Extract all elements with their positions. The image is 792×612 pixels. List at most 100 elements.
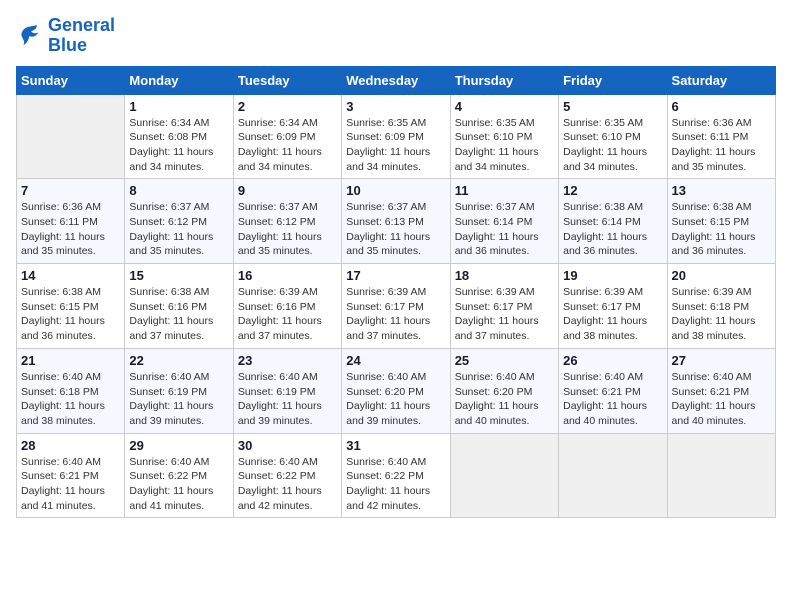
weekday-header-sunday: Sunday xyxy=(17,66,125,94)
calendar-cell: 20 Sunrise: 6:39 AMSunset: 6:18 PMDayligh… xyxy=(667,264,775,349)
calendar-cell: 9 Sunrise: 6:37 AMSunset: 6:12 PMDaylight… xyxy=(233,179,341,264)
calendar-week-1: 1 Sunrise: 6:34 AMSunset: 6:08 PMDaylight… xyxy=(17,94,776,179)
calendar-cell: 23 Sunrise: 6:40 AMSunset: 6:19 PMDayligh… xyxy=(233,348,341,433)
day-info: Sunrise: 6:36 AMSunset: 6:11 PMDaylight:… xyxy=(672,116,771,175)
day-number: 11 xyxy=(455,183,554,198)
day-info: Sunrise: 6:39 AMSunset: 6:17 PMDaylight:… xyxy=(455,285,554,344)
day-info: Sunrise: 6:39 AMSunset: 6:18 PMDaylight:… xyxy=(672,285,771,344)
calendar-cell xyxy=(667,433,775,518)
day-number: 30 xyxy=(238,438,337,453)
day-number: 19 xyxy=(563,268,662,283)
day-number: 24 xyxy=(346,353,445,368)
calendar-cell: 26 Sunrise: 6:40 AMSunset: 6:21 PMDayligh… xyxy=(559,348,667,433)
calendar-cell xyxy=(17,94,125,179)
logo: General Blue xyxy=(16,16,115,56)
calendar-cell xyxy=(559,433,667,518)
calendar-cell: 24 Sunrise: 6:40 AMSunset: 6:20 PMDayligh… xyxy=(342,348,450,433)
calendar-cell: 17 Sunrise: 6:39 AMSunset: 6:17 PMDayligh… xyxy=(342,264,450,349)
calendar-cell: 22 Sunrise: 6:40 AMSunset: 6:19 PMDayligh… xyxy=(125,348,233,433)
calendar-cell: 12Sunrise: 6:38 AMSunset: 6:14 PMDayligh… xyxy=(559,179,667,264)
calendar-cell: 25Sunrise: 6:40 AMSunset: 6:20 PMDayligh… xyxy=(450,348,558,433)
day-info: Sunrise: 6:34 AMSunset: 6:09 PMDaylight:… xyxy=(238,116,337,175)
day-info: Sunrise: 6:37 AMSunset: 6:13 PMDaylight:… xyxy=(346,200,445,259)
day-number: 14 xyxy=(21,268,120,283)
day-number: 31 xyxy=(346,438,445,453)
day-number: 8 xyxy=(129,183,228,198)
calendar-week-2: 7 Sunrise: 6:36 AMSunset: 6:11 PMDaylight… xyxy=(17,179,776,264)
day-info: Sunrise: 6:39 AMSunset: 6:17 PMDaylight:… xyxy=(346,285,445,344)
day-info: Sunrise: 6:40 AMSunset: 6:20 PMDaylight:… xyxy=(346,370,445,429)
calendar-cell: 3Sunrise: 6:35 AMSunset: 6:09 PMDaylight… xyxy=(342,94,450,179)
day-info: Sunrise: 6:39 AMSunset: 6:16 PMDaylight:… xyxy=(238,285,337,344)
logo-text: General Blue xyxy=(48,16,115,56)
day-info: Sunrise: 6:40 AMSunset: 6:22 PMDaylight:… xyxy=(129,455,228,514)
day-number: 22 xyxy=(129,353,228,368)
day-info: Sunrise: 6:40 AMSunset: 6:22 PMDaylight:… xyxy=(346,455,445,514)
day-info: Sunrise: 6:36 AMSunset: 6:11 PMDaylight:… xyxy=(21,200,120,259)
day-info: Sunrise: 6:38 AMSunset: 6:16 PMDaylight:… xyxy=(129,285,228,344)
day-info: Sunrise: 6:40 AMSunset: 6:19 PMDaylight:… xyxy=(129,370,228,429)
weekday-header-friday: Friday xyxy=(559,66,667,94)
day-number: 20 xyxy=(672,268,771,283)
day-number: 23 xyxy=(238,353,337,368)
day-info: Sunrise: 6:40 AMSunset: 6:21 PMDaylight:… xyxy=(563,370,662,429)
calendar-cell: 7 Sunrise: 6:36 AMSunset: 6:11 PMDaylight… xyxy=(17,179,125,264)
day-number: 18 xyxy=(455,268,554,283)
weekday-header-monday: Monday xyxy=(125,66,233,94)
day-number: 1 xyxy=(129,99,228,114)
day-number: 28 xyxy=(21,438,120,453)
day-info: Sunrise: 6:34 AMSunset: 6:08 PMDaylight:… xyxy=(129,116,228,175)
day-number: 21 xyxy=(21,353,120,368)
calendar-week-3: 14 Sunrise: 6:38 AMSunset: 6:15 PMDayligh… xyxy=(17,264,776,349)
day-info: Sunrise: 6:37 AMSunset: 6:12 PMDaylight:… xyxy=(238,200,337,259)
day-info: Sunrise: 6:38 AMSunset: 6:14 PMDaylight:… xyxy=(563,200,662,259)
day-info: Sunrise: 6:40 AMSunset: 6:21 PMDaylight:… xyxy=(21,455,120,514)
calendar-cell: 11 Sunrise: 6:37 AMSunset: 6:14 PMDayligh… xyxy=(450,179,558,264)
day-info: Sunrise: 6:40 AMSunset: 6:18 PMDaylight:… xyxy=(21,370,120,429)
day-number: 9 xyxy=(238,183,337,198)
calendar-cell: 1 Sunrise: 6:34 AMSunset: 6:08 PMDaylight… xyxy=(125,94,233,179)
day-info: Sunrise: 6:40 AMSunset: 6:21 PMDaylight:… xyxy=(672,370,771,429)
day-number: 10 xyxy=(346,183,445,198)
day-info: Sunrise: 6:38 AMSunset: 6:15 PMDaylight:… xyxy=(21,285,120,344)
calendar-cell xyxy=(450,433,558,518)
calendar-cell: 21 Sunrise: 6:40 AMSunset: 6:18 PMDayligh… xyxy=(17,348,125,433)
calendar-cell: 15Sunrise: 6:38 AMSunset: 6:16 PMDayligh… xyxy=(125,264,233,349)
day-number: 16 xyxy=(238,268,337,283)
calendar-cell: 28 Sunrise: 6:40 AMSunset: 6:21 PMDayligh… xyxy=(17,433,125,518)
day-number: 7 xyxy=(21,183,120,198)
day-info: Sunrise: 6:37 AMSunset: 6:12 PMDaylight:… xyxy=(129,200,228,259)
day-number: 17 xyxy=(346,268,445,283)
day-number: 6 xyxy=(672,99,771,114)
calendar-cell: 19Sunrise: 6:39 AMSunset: 6:17 PMDayligh… xyxy=(559,264,667,349)
day-info: Sunrise: 6:38 AMSunset: 6:15 PMDaylight:… xyxy=(672,200,771,259)
logo-icon xyxy=(16,22,44,50)
calendar-cell: 5 Sunrise: 6:35 AMSunset: 6:10 PMDaylight… xyxy=(559,94,667,179)
day-info: Sunrise: 6:37 AMSunset: 6:14 PMDaylight:… xyxy=(455,200,554,259)
day-info: Sunrise: 6:40 AMSunset: 6:20 PMDaylight:… xyxy=(455,370,554,429)
weekday-header-saturday: Saturday xyxy=(667,66,775,94)
calendar-cell: 8 Sunrise: 6:37 AMSunset: 6:12 PMDaylight… xyxy=(125,179,233,264)
day-info: Sunrise: 6:40 AMSunset: 6:22 PMDaylight:… xyxy=(238,455,337,514)
weekday-header-wednesday: Wednesday xyxy=(342,66,450,94)
day-number: 27 xyxy=(672,353,771,368)
calendar-cell: 10 Sunrise: 6:37 AMSunset: 6:13 PMDayligh… xyxy=(342,179,450,264)
day-number: 26 xyxy=(563,353,662,368)
day-number: 13 xyxy=(672,183,771,198)
calendar-cell: 2Sunrise: 6:34 AMSunset: 6:09 PMDaylight… xyxy=(233,94,341,179)
calendar-body: 1 Sunrise: 6:34 AMSunset: 6:08 PMDaylight… xyxy=(17,94,776,518)
day-info: Sunrise: 6:40 AMSunset: 6:19 PMDaylight:… xyxy=(238,370,337,429)
calendar-cell: 29Sunrise: 6:40 AMSunset: 6:22 PMDayligh… xyxy=(125,433,233,518)
calendar-cell: 13 Sunrise: 6:38 AMSunset: 6:15 PMDayligh… xyxy=(667,179,775,264)
calendar-cell: 16 Sunrise: 6:39 AMSunset: 6:16 PMDayligh… xyxy=(233,264,341,349)
calendar-cell: 30 Sunrise: 6:40 AMSunset: 6:22 PMDayligh… xyxy=(233,433,341,518)
day-number: 4 xyxy=(455,99,554,114)
page-header: General Blue xyxy=(16,16,776,56)
calendar-cell: 31 Sunrise: 6:40 AMSunset: 6:22 PMDayligh… xyxy=(342,433,450,518)
weekday-header-row: SundayMondayTuesdayWednesdayThursdayFrid… xyxy=(17,66,776,94)
day-number: 5 xyxy=(563,99,662,114)
calendar-cell: 6 Sunrise: 6:36 AMSunset: 6:11 PMDaylight… xyxy=(667,94,775,179)
weekday-header-thursday: Thursday xyxy=(450,66,558,94)
day-info: Sunrise: 6:35 AMSunset: 6:10 PMDaylight:… xyxy=(563,116,662,175)
calendar-cell: 18 Sunrise: 6:39 AMSunset: 6:17 PMDayligh… xyxy=(450,264,558,349)
